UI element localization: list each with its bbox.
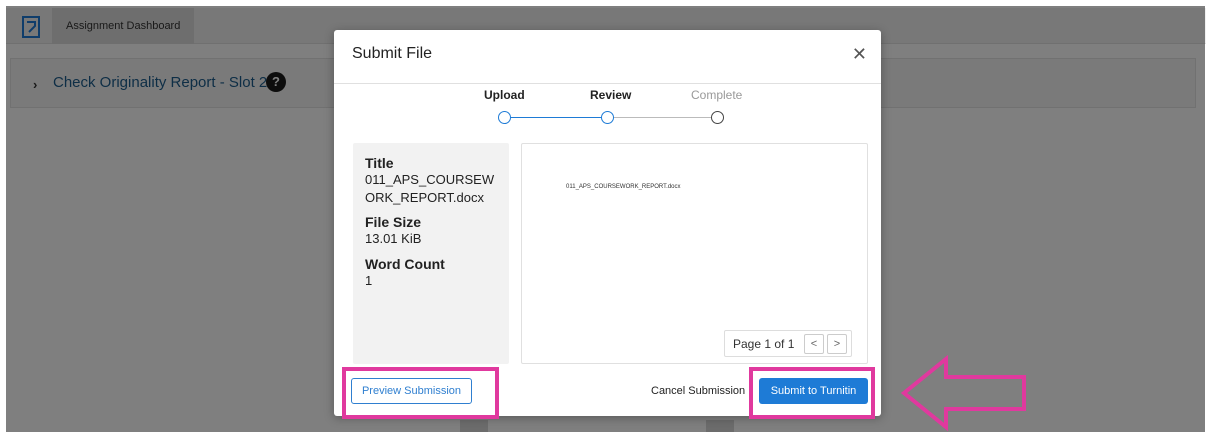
step-connector xyxy=(613,117,711,118)
step-complete-dot xyxy=(711,111,724,124)
prev-page-button[interactable]: < xyxy=(804,334,824,354)
file-size-value: 13.01 KiB xyxy=(365,231,422,247)
document-preview[interactable]: 011_APS_COURSEWORK_REPORT.docx Page 1 of… xyxy=(521,143,868,364)
step-upload-label: Upload xyxy=(484,88,525,102)
modal-header: Submit File ✕ xyxy=(334,30,881,84)
page-indicator: Page 1 of 1 xyxy=(733,337,795,351)
step-review-dot xyxy=(601,111,614,124)
highlight-box-preview xyxy=(342,367,499,419)
step-upload-dot xyxy=(498,111,511,124)
modal-title: Submit File xyxy=(352,45,433,62)
title-label: Title xyxy=(365,155,394,171)
step-review-label: Review xyxy=(590,88,632,102)
progress-stepper: Upload Review Complete xyxy=(334,84,881,144)
page-navigator: Page 1 of 1 < > xyxy=(724,330,852,357)
next-page-button[interactable]: > xyxy=(827,334,847,354)
step-connector xyxy=(511,117,607,118)
preview-doc-name: 011_APS_COURSEWORK_REPORT.docx xyxy=(566,184,681,190)
submit-file-modal: Submit File ✕ Upload Review Complete Tit… xyxy=(334,30,881,416)
highlight-box-submit xyxy=(749,367,875,419)
word-count-label: Word Count xyxy=(365,255,445,272)
cancel-submission-button[interactable]: Cancel Submission xyxy=(649,378,747,404)
word-count-value: 1 xyxy=(365,272,373,288)
outline-arrow-left-icon xyxy=(900,355,1026,432)
file-size-label: File Size xyxy=(365,214,422,231)
title-value: 011_APS_COURSEWORK_REPORT.docx xyxy=(365,172,495,205)
close-icon[interactable]: ✕ xyxy=(852,44,867,65)
step-complete-label: Complete xyxy=(691,88,743,102)
file-metadata-panel: Title 011_APS_COURSEWORK_REPORT.docx Fil… xyxy=(353,143,509,364)
